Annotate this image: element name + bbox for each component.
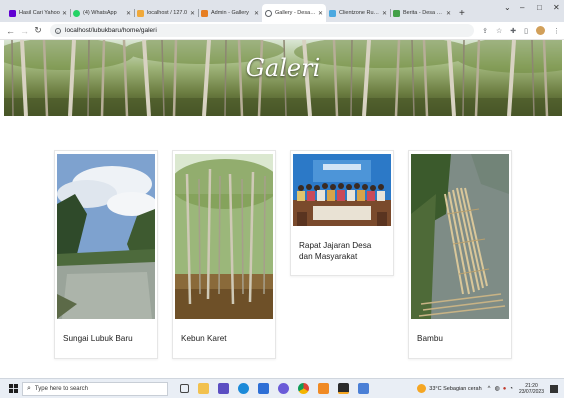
- forward-icon[interactable]: →: [20, 26, 29, 36]
- tab-search-icon[interactable]: ⌄: [504, 3, 511, 12]
- gallery-card-bambu[interactable]: Bambu: [408, 150, 512, 359]
- tab-label: Berita - Desa Kel: [403, 10, 444, 16]
- tab-label: (4) WhatsApp: [83, 10, 117, 16]
- maximize-icon[interactable]: □: [537, 3, 542, 12]
- hero-banner: Galeri: [4, 40, 562, 116]
- side-panel-icon[interactable]: ▯: [524, 27, 528, 35]
- xampp-icon[interactable]: [318, 383, 329, 394]
- sublime-text-icon[interactable]: [338, 383, 349, 394]
- tab-label: Gallery - Desa Lu: [275, 10, 316, 16]
- tab-label: localhost / 127.0: [147, 10, 188, 16]
- tab-whatsapp[interactable]: (4) WhatsApp ✕: [70, 4, 134, 22]
- menu-dots-icon[interactable]: ⋮: [553, 27, 560, 35]
- share-icon[interactable]: ⇪: [482, 27, 488, 35]
- bookmark-star-icon[interactable]: ☆: [496, 27, 502, 35]
- info-icon[interactable]: i: [55, 27, 61, 34]
- close-icon[interactable]: ✕: [190, 10, 195, 17]
- close-icon[interactable]: ✕: [446, 10, 451, 17]
- file-explorer-icon[interactable]: [198, 383, 209, 394]
- new-tab-button[interactable]: +: [459, 4, 465, 22]
- taskbar-search-input[interactable]: ⌕ Type here to search: [22, 381, 168, 396]
- close-icon[interactable]: ✕: [126, 10, 131, 17]
- word-icon[interactable]: [358, 383, 369, 394]
- chrome-icon[interactable]: [298, 383, 309, 394]
- tray-app-icon[interactable]: ●: [503, 386, 507, 392]
- notifications-icon[interactable]: [550, 384, 558, 393]
- bamboo-photo[interactable]: [411, 154, 509, 319]
- network-icon[interactable]: ◍: [494, 385, 499, 392]
- card-caption: Rapat Jajaran Desa dan Masyarakat: [299, 241, 372, 261]
- url-text: localhost/lubukbaru/home/galeri: [65, 27, 157, 34]
- card-caption: Bambu: [417, 334, 443, 343]
- taskbar-clock[interactable]: 21:20 23/07/2023: [519, 383, 544, 395]
- browser-tab-bar: Hasil Cari Yahoo ✕ (4) WhatsApp ✕ localh…: [0, 0, 564, 22]
- app-icon[interactable]: [278, 383, 289, 394]
- tab-admin-gallery[interactable]: Admin - Gallery ✕: [198, 4, 262, 22]
- tab-yahoo[interactable]: Hasil Cari Yahoo ✕: [6, 4, 70, 22]
- volume-icon[interactable]: ◔: [509, 386, 513, 392]
- meeting-photo[interactable]: [293, 154, 391, 226]
- close-window-icon[interactable]: ✕: [553, 3, 560, 12]
- close-icon[interactable]: ✕: [254, 10, 259, 17]
- gallery-card-sungai[interactable]: Sungai Lubuk Baru: [54, 150, 158, 359]
- card-caption: Sungai Lubuk Baru: [63, 334, 133, 343]
- phpmyadmin-icon: [137, 9, 144, 17]
- clientzone-icon: [329, 9, 336, 17]
- task-view-icon[interactable]: [180, 384, 189, 393]
- search-icon: ⌕: [27, 384, 31, 392]
- yahoo-icon: [9, 9, 16, 17]
- tab-gallery-desa[interactable]: Gallery - Desa Lu ✕: [262, 4, 326, 22]
- clock-date: 23/07/2023: [518, 388, 544, 395]
- windows-logo-icon: [8, 384, 18, 393]
- tab-label: Hasil Cari Yahoo: [19, 10, 60, 16]
- gallery-card-rapat[interactable]: Rapat Jajaran Desa dan Masyarakat: [290, 150, 394, 276]
- browser-toolbar: ← → ↻ i localhost/lubukbaru/home/galeri …: [0, 22, 564, 40]
- gallery-section: Sungai Lubuk Baru Kebun Karet Rapat Jaja…: [0, 116, 564, 378]
- weather-sun-icon: [417, 384, 427, 393]
- start-button[interactable]: [4, 384, 22, 393]
- tab-phpmyadmin[interactable]: localhost / 127.0 ✕: [134, 4, 198, 22]
- admin-icon: [201, 9, 208, 17]
- edge-icon[interactable]: [238, 383, 249, 394]
- reload-icon[interactable]: ↻: [34, 25, 42, 36]
- river-photo[interactable]: [57, 154, 155, 319]
- tab-label: Admin - Gallery: [211, 10, 249, 16]
- close-icon[interactable]: ✕: [382, 10, 387, 17]
- windows-taskbar: ⌕ Type here to search 33°C Sebagian cera…: [0, 378, 564, 398]
- minimize-icon[interactable]: –: [520, 3, 524, 12]
- gallery-card-kebun-karet[interactable]: Kebun Karet: [172, 150, 276, 359]
- page-title: Galeri: [245, 54, 321, 82]
- rubber-plantation-photo[interactable]: [175, 154, 273, 319]
- close-icon[interactable]: ✕: [62, 10, 67, 17]
- chevron-up-icon[interactable]: ^: [488, 386, 491, 392]
- system-tray: 33°C Sebagian cerah ^ ◍ ● ◔ 21:20 23/07/…: [417, 383, 564, 395]
- tab-berita[interactable]: Berita - Desa Kel ✕: [390, 4, 454, 22]
- search-placeholder: Type here to search: [34, 385, 88, 392]
- globe-icon: [265, 9, 272, 17]
- card-caption: Kebun Karet: [181, 334, 227, 343]
- address-bar[interactable]: i localhost/lubukbaru/home/galeri: [50, 24, 475, 37]
- profile-avatar[interactable]: [536, 26, 545, 35]
- whatsapp-icon: [73, 9, 80, 17]
- back-icon[interactable]: ←: [6, 26, 15, 36]
- tab-label: Clientzone Rumah: [339, 10, 380, 16]
- mail-icon[interactable]: [258, 383, 269, 394]
- visual-studio-code-icon[interactable]: [218, 383, 229, 394]
- tab-clientzone[interactable]: Clientzone Rumah ✕: [326, 4, 390, 22]
- berita-icon: [393, 9, 400, 17]
- weather-text[interactable]: 33°C Sebagian cerah: [429, 386, 481, 392]
- extensions-icon[interactable]: ✚: [510, 27, 516, 35]
- close-icon[interactable]: ✕: [318, 10, 323, 17]
